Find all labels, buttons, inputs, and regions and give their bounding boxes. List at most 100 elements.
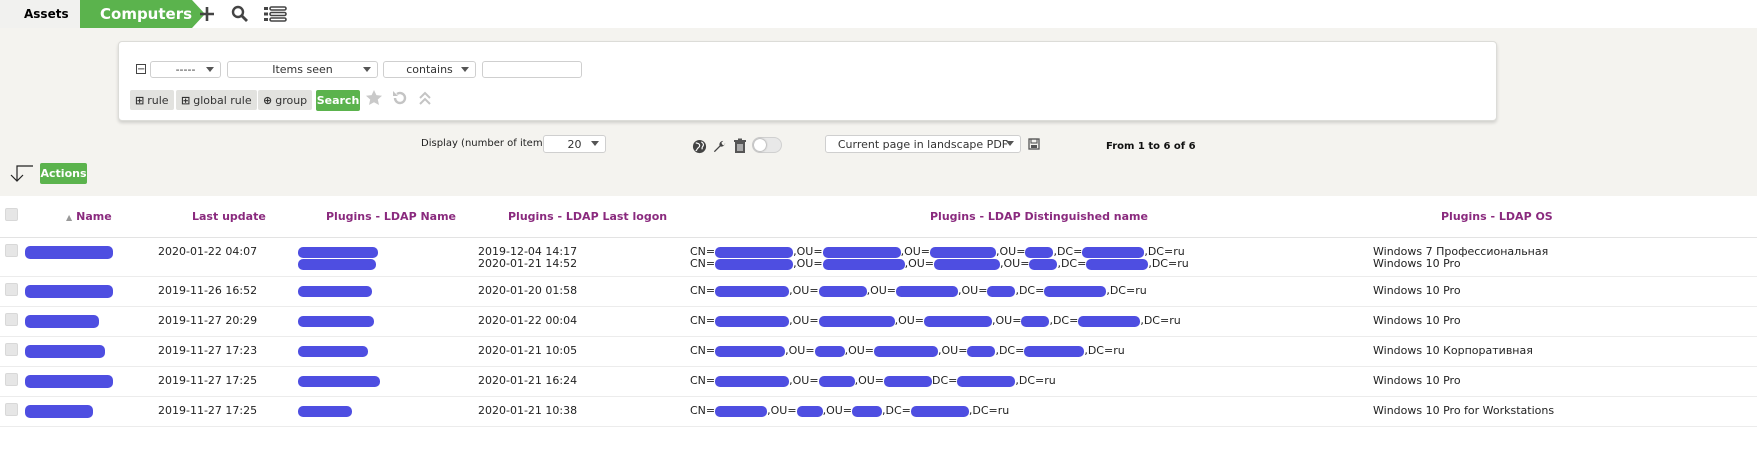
- ldap-name-value: [298, 375, 380, 387]
- table-row[interactable]: 2019-11-27 17:25 2020-01-21 16:24 CN= ,OU…: [0, 367, 1757, 397]
- logon-line: 2020-01-21 14:52: [478, 257, 578, 270]
- add-global-rule-button[interactable]: ⊞ global rule: [176, 90, 257, 110]
- row-checkbox[interactable]: [5, 343, 18, 356]
- dn-part: CN=: [690, 374, 716, 387]
- plus-icon[interactable]: [196, 4, 218, 24]
- computer-name-link[interactable]: [25, 405, 93, 418]
- operator-select-value: contains: [406, 63, 453, 76]
- export-format-select[interactable]: Current page in landscape PDF: [825, 135, 1021, 153]
- dn-part: ,DC=ru: [968, 404, 1010, 417]
- computer-name-link[interactable]: [25, 345, 105, 358]
- globe-icon[interactable]: [690, 137, 708, 155]
- dn-part: CN=: [690, 344, 716, 357]
- table-row[interactable]: 2020-01-22 04:07 2019-12-04 14:17 2020-01…: [0, 238, 1757, 277]
- per-page-select[interactable]: 20: [543, 135, 606, 153]
- save-icon[interactable]: [1025, 135, 1043, 153]
- ldap-last-logon-value: 2020-01-20 01:58: [478, 284, 578, 297]
- display-toggle[interactable]: [752, 137, 782, 153]
- export-format-value: Current page in landscape PDF: [837, 137, 1009, 151]
- add-rule-label: rule: [147, 93, 169, 107]
- dn-part: ,OU=: [854, 374, 885, 387]
- ldap-name-value: [298, 315, 374, 327]
- dn-part: ,OU=: [822, 404, 853, 417]
- redacted-mark: [987, 285, 1016, 297]
- search-value-input[interactable]: [482, 61, 582, 78]
- redacted-mark: [822, 258, 905, 270]
- add-rule-button[interactable]: ⊞ rule: [130, 90, 174, 110]
- add-global-rule-label: global rule: [193, 93, 252, 107]
- sort-asc-icon: ▲: [66, 213, 73, 222]
- table-row[interactable]: 2019-11-27 20:29 2020-01-22 00:04 CN= ,OU…: [0, 307, 1757, 337]
- ldap-dn-value: CN= ,OU= ,OU= ,OU= ,DC= ,DC=ru: [690, 345, 1125, 357]
- breadcrumb-computers[interactable]: Computers: [80, 0, 205, 28]
- breadcrumb-assets[interactable]: Assets: [0, 0, 94, 28]
- computer-name-link[interactable]: [25, 315, 99, 328]
- last-update-value: 2019-11-27 17:25: [158, 374, 258, 387]
- redacted-mark: [298, 345, 368, 357]
- table-row[interactable]: 2019-11-26 16:52 2020-01-20 01:58 CN= ,OU…: [0, 277, 1757, 307]
- column-name[interactable]: ▲ Name: [66, 210, 112, 223]
- top-bar: Assets Computers: [0, 0, 1757, 28]
- ldap-os-value: Windows 10 Pro for Workstations: [1373, 404, 1555, 417]
- column-ldap-dn[interactable]: Plugins - LDAP Distinguished name: [930, 210, 1148, 223]
- dn-part: ,DC=ru: [1106, 284, 1147, 297]
- redacted-mark: [298, 405, 352, 417]
- reset-icon[interactable]: [391, 88, 409, 108]
- field-select[interactable]: -----: [150, 61, 221, 78]
- column-last-update[interactable]: Last update: [192, 210, 266, 223]
- collapse-up-icon[interactable]: [416, 88, 434, 108]
- ldap-name-value: [298, 405, 352, 417]
- ldap-os-value: Windows 7 Профессиональная Windows 10 Pro: [1373, 246, 1548, 270]
- redacted-mark: [1021, 315, 1050, 327]
- column-ldap-name[interactable]: Plugins - LDAP Name: [326, 210, 456, 223]
- ldap-last-logon-value: 2020-01-21 10:38: [478, 404, 578, 417]
- operator-select[interactable]: contains: [383, 61, 476, 78]
- collapse-criteria-icon[interactable]: −: [136, 64, 146, 75]
- last-update-value: 2019-11-27 17:23: [158, 344, 258, 357]
- dn-part: ,DC=ru: [1084, 344, 1125, 357]
- computer-name-link[interactable]: [25, 246, 113, 259]
- computer-name-link[interactable]: [25, 375, 113, 388]
- list-icon[interactable]: [262, 4, 288, 24]
- redacted-mark: [957, 375, 1016, 387]
- criteria-select[interactable]: Items seen: [227, 61, 378, 78]
- computer-name-link[interactable]: [25, 285, 113, 298]
- per-page-value: 20: [567, 137, 582, 151]
- redacted-mark: [818, 285, 867, 297]
- dn-part: ,DC=ru: [1148, 257, 1189, 270]
- row-checkbox[interactable]: [5, 373, 18, 386]
- redacted-mark: [884, 375, 933, 387]
- search-icon[interactable]: [229, 4, 251, 24]
- star-icon[interactable]: [365, 88, 383, 108]
- redacted-mark: [852, 405, 883, 417]
- column-ldap-last-logon[interactable]: Plugins - LDAP Last logon: [508, 210, 667, 223]
- ldap-os-value: Windows 10 Корпоративная: [1373, 344, 1533, 357]
- add-group-button[interactable]: ⊕ group: [258, 90, 313, 110]
- table-row[interactable]: 2019-11-27 17:25 2020-01-21 10:38 CN= ,OU…: [0, 397, 1757, 427]
- dn-part: ,DC=: [1015, 284, 1045, 297]
- row-checkbox[interactable]: [5, 403, 18, 416]
- redacted-mark: [814, 345, 845, 357]
- redacted-mark: [715, 246, 794, 258]
- table-header: ▲ Name Last update Plugins - LDAP Name Pl…: [0, 196, 1757, 238]
- select-all-checkbox[interactable]: [5, 208, 18, 221]
- criteria-select-value: Items seen: [272, 63, 333, 76]
- row-checkbox[interactable]: [5, 313, 18, 326]
- ldap-os-value: Windows 10 Pro: [1373, 314, 1461, 327]
- row-checkbox[interactable]: [5, 244, 18, 257]
- row-checkbox[interactable]: [5, 283, 18, 296]
- redacted-mark: [930, 246, 997, 258]
- table-row[interactable]: 2019-11-27 17:23 2020-01-21 10:05 CN= ,OU…: [0, 337, 1757, 367]
- actions-button[interactable]: Actions: [40, 163, 87, 184]
- trash-icon[interactable]: [731, 137, 749, 155]
- redacted-mark: [818, 315, 895, 327]
- ldap-dn-value: CN= ,OU= ,OU= DC= ,DC=ru: [690, 375, 1056, 387]
- redacted-mark: [1025, 246, 1054, 258]
- wrench-icon[interactable]: [710, 137, 728, 155]
- column-name-label: Name: [76, 210, 112, 223]
- column-ldap-os[interactable]: Plugins - LDAP OS: [1441, 210, 1553, 223]
- redacted-mark: [298, 285, 372, 297]
- ldap-name-value: [298, 246, 378, 270]
- redacted-mark: [25, 345, 105, 358]
- search-button[interactable]: Search: [316, 90, 360, 111]
